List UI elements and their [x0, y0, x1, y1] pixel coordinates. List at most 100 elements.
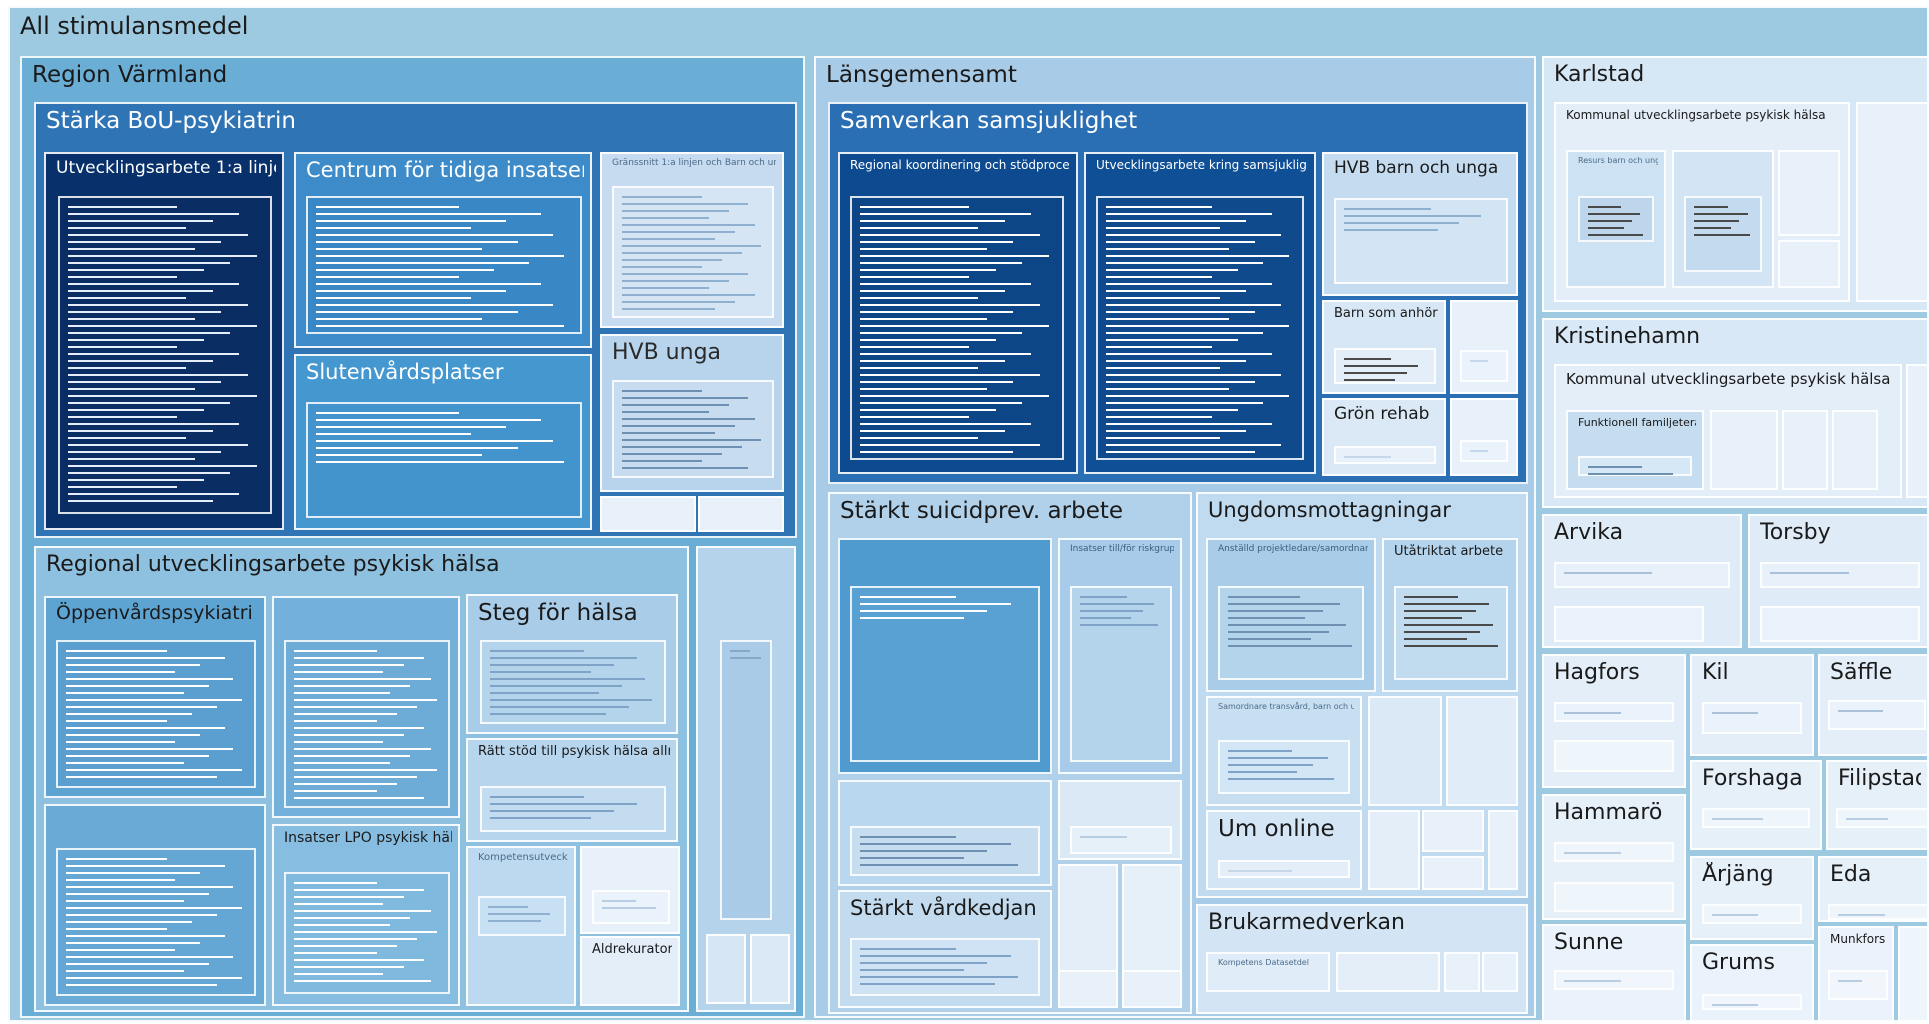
text-line: [68, 318, 195, 320]
text-line: [860, 367, 978, 369]
text-line: [1106, 318, 1229, 320]
text-line: [490, 706, 630, 708]
small-tile[interactable]: [1488, 810, 1518, 890]
tile-label: Samverkan samsjuklighet: [840, 108, 1138, 134]
text-line: [1846, 818, 1889, 820]
text-line: [1106, 388, 1229, 390]
text-line: [860, 402, 1023, 404]
text-line: [294, 938, 417, 940]
tile-um-online[interactable]: Um online: [1206, 810, 1362, 890]
text-line: [1838, 710, 1884, 712]
small-tile[interactable]: [1906, 364, 1929, 498]
text-line: [622, 308, 716, 310]
text-line: [622, 432, 716, 434]
text-line: [490, 810, 615, 812]
small-tile[interactable]: [1122, 970, 1182, 1008]
tile-funktionell-familjeterapi[interactable]: Funktionell familjeterapi: [1566, 410, 1704, 490]
small-tile[interactable]: [1058, 970, 1118, 1008]
tile-label: Funktionell familjeterapi: [1578, 416, 1696, 429]
text-line: [1228, 870, 1292, 872]
small-tile[interactable]: [600, 496, 696, 532]
text-line: [1106, 430, 1247, 432]
text-line: [294, 713, 397, 715]
text-line: [490, 664, 615, 666]
text-line: [316, 290, 506, 292]
small-tile[interactable]: [1778, 150, 1840, 236]
hover-text-box: [480, 640, 666, 724]
small-tile[interactable]: [1554, 740, 1674, 772]
text-line: [68, 402, 231, 404]
small-tile[interactable]: [1710, 410, 1778, 490]
text-line: [1106, 213, 1273, 215]
tile-arjang[interactable]: Årjäng: [1690, 856, 1814, 940]
text-line: [860, 836, 956, 838]
tile-label: Utvecklingsarbete kring samsjuklighet: [1096, 158, 1308, 172]
small-tile[interactable]: [1336, 952, 1440, 992]
small-tile[interactable]: [1554, 606, 1704, 642]
small-tile[interactable]: [1422, 856, 1484, 890]
small-tile[interactable]: [1782, 410, 1828, 490]
tile-label: Brukarmedverkan: [1208, 910, 1405, 935]
small-tile[interactable]: [1898, 926, 1929, 1022]
text-line: [294, 903, 384, 905]
small-tile[interactable]: [1760, 606, 1920, 642]
text-line: [66, 879, 176, 881]
text-line: [68, 227, 186, 229]
text-line: [1564, 980, 1622, 982]
text-line: [1694, 234, 1751, 236]
text-line: [490, 657, 638, 659]
text-line: [294, 917, 411, 919]
text-line: [66, 776, 217, 778]
text-line: [66, 657, 226, 659]
text-line: [1106, 248, 1229, 250]
text-line: [66, 692, 184, 694]
text-line: [1694, 206, 1729, 208]
tile-grums[interactable]: Grums: [1690, 944, 1814, 1022]
tile-aldrekurator[interactable]: Äldrekurator: [580, 936, 680, 1006]
text-line: [294, 755, 411, 757]
tile-filipstad[interactable]: Filipstad: [1826, 760, 1929, 850]
text-line: [66, 914, 217, 916]
small-tile[interactable]: [698, 496, 784, 532]
tile-label: Regional utvecklingsarbete psykisk hälsa: [46, 552, 500, 577]
text-line: [622, 425, 736, 427]
text-line: [490, 713, 607, 715]
text-line: [1404, 638, 1467, 640]
small-tile[interactable]: [750, 934, 790, 1004]
text-line: [1106, 374, 1281, 376]
small-tile[interactable]: [1778, 240, 1840, 288]
text-line: [294, 790, 377, 792]
small-tile[interactable]: [1444, 952, 1480, 992]
small-tile[interactable]: [1450, 398, 1518, 476]
text-line: [860, 381, 1014, 383]
tile-gron-rehab[interactable]: Grön rehab: [1322, 398, 1446, 476]
small-tile[interactable]: [1856, 102, 1929, 302]
text-line: [68, 367, 186, 369]
small-tile[interactable]: [1422, 810, 1484, 852]
text-line: [1106, 367, 1221, 369]
small-tile[interactable]: [706, 934, 746, 1004]
small-tile[interactable]: [1368, 696, 1442, 806]
tile-label: Öppenvårdspsykiatri: [56, 602, 253, 624]
small-tile[interactable]: [1832, 410, 1878, 490]
tile-forshaga[interactable]: Forshaga: [1690, 760, 1822, 850]
tile-label: Gränssnitt 1:a linjen och Barn och ungdo…: [612, 158, 776, 168]
text-line: [490, 678, 645, 680]
small-tile[interactable]: [1554, 882, 1674, 912]
text-line: [860, 241, 1014, 243]
text-line: [1106, 437, 1221, 439]
text-line: [622, 259, 722, 261]
hover-text-box: [850, 938, 1040, 996]
text-line: [860, 430, 1005, 432]
hover-text-box: [1760, 562, 1920, 588]
text-line: [1404, 603, 1489, 605]
text-line: [68, 472, 231, 474]
small-tile[interactable]: [1482, 952, 1518, 992]
hover-text-box: [1394, 586, 1508, 680]
text-line: [860, 423, 1032, 425]
small-tile[interactable]: [1446, 696, 1518, 806]
small-tile[interactable]: [1368, 810, 1420, 890]
text-line: [1228, 624, 1347, 626]
text-line: [66, 935, 226, 937]
tile-kompetens-datasetdel[interactable]: Kompetens Datasetdel: [1206, 952, 1330, 992]
